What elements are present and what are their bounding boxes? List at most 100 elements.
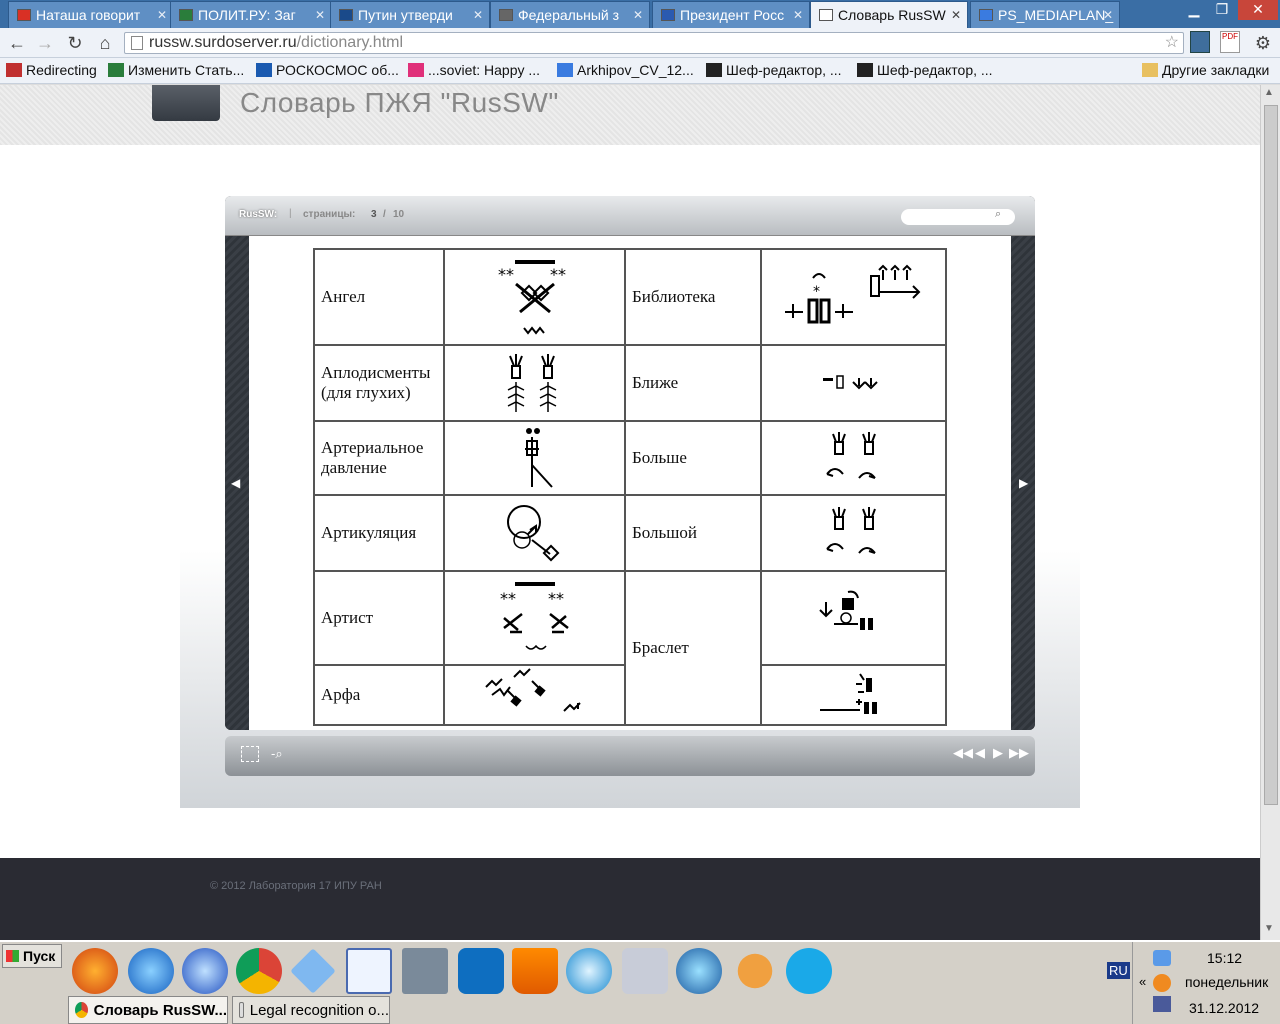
word-cell: Аплодисменты (для глухих) bbox=[313, 344, 445, 422]
last-page-icon[interactable]: ▶▶ bbox=[1009, 745, 1029, 761]
browser-tab[interactable]: Президент Росс ✕ bbox=[652, 1, 810, 28]
tray-expand-icon[interactable]: « bbox=[1139, 974, 1146, 989]
wrench-icon[interactable]: ⚙ bbox=[1252, 33, 1274, 53]
bookmark-item[interactable]: ...soviet: Happy ... bbox=[408, 62, 540, 78]
globe-icon bbox=[339, 9, 353, 21]
page-scrollbar[interactable]: ▲ ▼ bbox=[1260, 85, 1280, 940]
address-bar[interactable]: russw.surdoserver.ru/dictionary.html ☆ bbox=[124, 32, 1184, 54]
close-tab-icon[interactable]: ✕ bbox=[951, 8, 961, 22]
teamviewer-icon[interactable] bbox=[458, 948, 504, 994]
other-bookmarks[interactable]: Другие закладки bbox=[1142, 62, 1269, 78]
taskbar-task[interactable]: Legal recognition o... bbox=[232, 996, 390, 1024]
bookmark-icon bbox=[6, 63, 22, 77]
bookmark-item[interactable]: Изменить Стать... bbox=[108, 62, 244, 78]
dropbox-icon[interactable] bbox=[290, 948, 336, 994]
pdf-extension-icon[interactable]: PDF bbox=[1220, 31, 1240, 53]
close-tab-icon[interactable]: ✕ bbox=[793, 8, 803, 22]
start-button[interactable]: Пуск bbox=[2, 944, 62, 968]
browser-tab[interactable]: Путин утверди ✕ bbox=[330, 1, 490, 28]
notepad-icon[interactable] bbox=[346, 948, 392, 994]
scanner-icon[interactable] bbox=[402, 948, 448, 994]
calculator-icon[interactable] bbox=[622, 948, 668, 994]
browser-tab-strip: Наташа говорит ✕ ПОЛИТ.РУ: Заг ✕ Путин утвер… bbox=[0, 0, 1280, 28]
browser-tab[interactable]: ПОЛИТ.РУ: Заг ✕ bbox=[170, 1, 332, 28]
viewer-container: RusSW: | страницы: 3 / 10 ⌕ ◀ ▶ Ангел **… bbox=[180, 164, 1080, 808]
zoom-out-icon[interactable]: -⌕ bbox=[271, 746, 283, 762]
image-icon bbox=[499, 9, 513, 21]
browser-tab[interactable]: PS_MEDIAPLAN_ ✕ bbox=[970, 1, 1120, 28]
bookmark-item[interactable]: Redirecting bbox=[6, 62, 97, 78]
scroll-thumb[interactable] bbox=[1264, 105, 1278, 805]
bookmark-label: Шеф-редактор, ... bbox=[877, 62, 993, 78]
eye-viewer-icon[interactable] bbox=[730, 946, 780, 996]
prev-page-icon[interactable]: ◀ bbox=[975, 745, 985, 761]
vlc-icon[interactable] bbox=[512, 948, 558, 994]
bookmark-item[interactable]: Шеф-редактор, ... bbox=[857, 62, 993, 78]
close-tab-icon[interactable]: ✕ bbox=[473, 8, 483, 22]
dropbox-tray-icon[interactable] bbox=[1153, 950, 1171, 966]
fullscreen-icon[interactable] bbox=[241, 746, 259, 762]
prev-page-side[interactable]: ◀ bbox=[225, 236, 249, 730]
internet-explorer-icon[interactable] bbox=[128, 948, 174, 994]
signwriting-glyph bbox=[506, 505, 559, 562]
itunes-icon[interactable] bbox=[676, 948, 722, 994]
chevron-left-icon[interactable]: ◀ bbox=[231, 476, 240, 490]
bookmark-item[interactable]: Шеф-редактор, ... bbox=[706, 62, 842, 78]
search-icon[interactable]: ⌕ bbox=[995, 208, 1001, 221]
browser-tab[interactable]: Федеральный з ✕ bbox=[490, 1, 650, 28]
reload-icon[interactable]: ↻ bbox=[64, 33, 86, 53]
browser-tab[interactable]: Наташа говорит ✕ bbox=[8, 1, 174, 28]
star-icon[interactable]: ☆ bbox=[1165, 33, 1179, 53]
close-tab-icon[interactable]: ✕ bbox=[315, 8, 325, 22]
extension-icon[interactable] bbox=[1190, 31, 1210, 53]
sign-closer-glyph bbox=[760, 344, 947, 422]
skype-icon[interactable] bbox=[786, 948, 832, 994]
network-icon[interactable] bbox=[1153, 996, 1171, 1012]
maximize-button[interactable]: ❐ bbox=[1208, 0, 1236, 20]
close-window-button[interactable]: ✕ bbox=[1238, 0, 1278, 20]
current-page[interactable]: 3 bbox=[371, 209, 377, 220]
close-tab-icon[interactable]: ✕ bbox=[633, 8, 643, 22]
tab-title: Словарь RusSW bbox=[838, 7, 946, 23]
gmail-icon bbox=[17, 9, 31, 21]
bookmark-item[interactable]: Arkhipov_CV_12... bbox=[557, 62, 694, 78]
signwriting-glyph: ** ** bbox=[500, 582, 569, 650]
windows-logo-icon bbox=[6, 950, 19, 962]
signwriting-glyph bbox=[818, 590, 873, 630]
svg-text:**: ** bbox=[498, 265, 514, 284]
first-page-icon[interactable]: ◀◀ bbox=[953, 745, 973, 761]
next-page-icon[interactable]: ▶ bbox=[993, 745, 1003, 761]
bookmark-item[interactable]: РОСКОСМОС об... bbox=[256, 62, 399, 78]
book-logo-icon bbox=[152, 85, 220, 121]
forward-icon[interactable]: → bbox=[34, 33, 56, 53]
footer-copyright: © 2012 Лаборатория 17 ИПУ РАН bbox=[210, 880, 382, 892]
chrome-icon[interactable] bbox=[236, 948, 282, 994]
language-indicator[interactable]: RU bbox=[1107, 962, 1130, 979]
folder-icon bbox=[1142, 63, 1158, 77]
media-player-icon[interactable] bbox=[182, 948, 228, 994]
url-path: /dictionary.html bbox=[296, 34, 404, 51]
tray-app-icon[interactable] bbox=[1153, 974, 1171, 992]
total-pages: 10 bbox=[393, 209, 405, 220]
scroll-up-icon[interactable]: ▲ bbox=[1264, 87, 1274, 98]
quicktime-icon[interactable] bbox=[566, 948, 612, 994]
sign-bracelet-glyph-2 bbox=[760, 664, 947, 726]
scroll-down-icon[interactable]: ▼ bbox=[1264, 923, 1274, 934]
word-cell: Библиотека bbox=[624, 248, 762, 346]
close-tab-icon[interactable]: ✕ bbox=[157, 8, 167, 22]
taskbar-task[interactable]: Словарь RusSW... bbox=[68, 996, 228, 1024]
back-icon[interactable]: ← bbox=[6, 33, 28, 53]
site-footer: © 2012 Лаборатория 17 ИПУ РАН bbox=[0, 858, 1260, 940]
home-icon[interactable]: ⌂ bbox=[94, 33, 116, 53]
close-tab-icon[interactable]: ✕ bbox=[1103, 8, 1113, 22]
firefox-icon[interactable] bbox=[72, 948, 118, 994]
chevron-right-icon[interactable]: ▶ bbox=[1019, 476, 1028, 490]
table-row: Ангел ** ** Библиотека * bbox=[313, 248, 947, 346]
next-page-side[interactable]: ▶ bbox=[1011, 236, 1035, 730]
clock-weekday: понедельник bbox=[1185, 974, 1269, 990]
browser-tab[interactable]: Словарь RusSW ✕ bbox=[810, 1, 968, 28]
bookmark-label: Изменить Стать... bbox=[128, 62, 245, 78]
clock-time[interactable]: 15:12 bbox=[1207, 950, 1242, 966]
minimize-button[interactable]: ▁ bbox=[1180, 0, 1208, 20]
document-page: Ангел ** ** Библиотека * Аплодисменты (д… bbox=[249, 236, 1011, 730]
